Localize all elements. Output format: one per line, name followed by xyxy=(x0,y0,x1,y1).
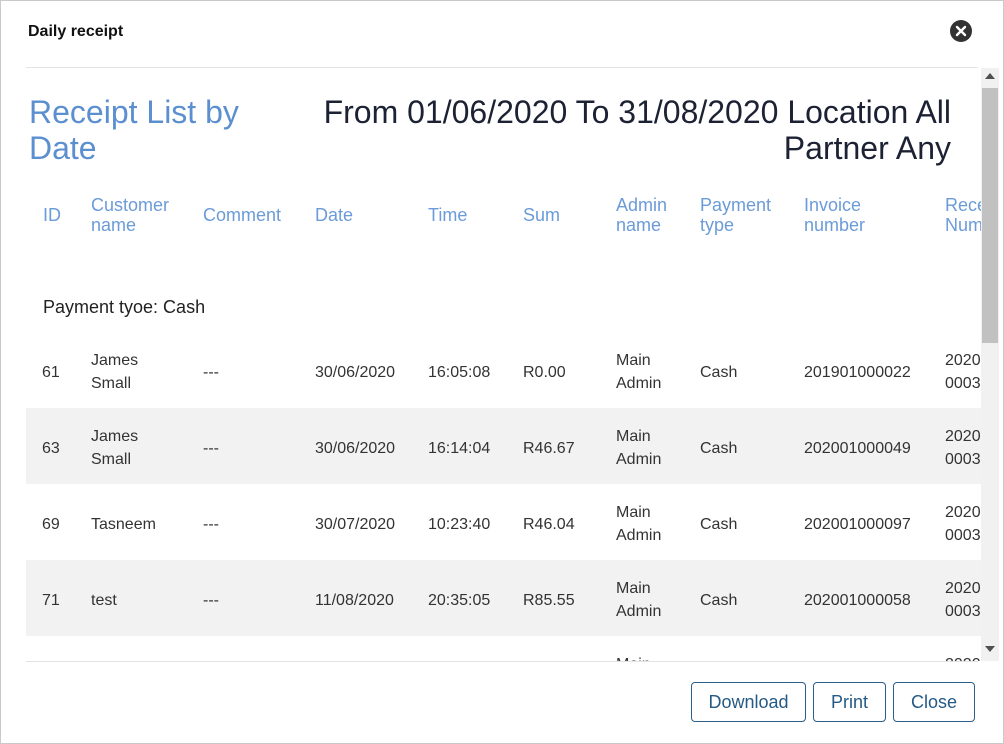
report-range: From 01/06/2020 To 31/08/2020 Location A… xyxy=(323,94,951,166)
cell-invoice: 202001000049 xyxy=(804,440,911,457)
cell-date: 30/06/2020 xyxy=(315,440,396,457)
cell-invoice: 202001000097 xyxy=(804,516,911,533)
cell-time: 10:23:40 xyxy=(428,516,491,533)
table-row[interactable]: Main 2020 xyxy=(26,636,981,661)
cell-sum: R0.00 xyxy=(523,364,566,381)
dialog-title: Daily receipt xyxy=(28,23,124,40)
cell-receipt: 2020 0003 xyxy=(945,428,981,468)
column-header-date: Date xyxy=(315,205,354,225)
column-header-admin: Admin name xyxy=(616,195,668,235)
cell-time: 16:14:04 xyxy=(428,440,491,457)
print-button[interactable]: Print xyxy=(813,682,886,722)
cell-payment: Cash xyxy=(700,440,738,457)
cell-comment: --- xyxy=(203,516,219,533)
column-header-sum: Sum xyxy=(523,205,561,225)
column-header-comment: Comment xyxy=(203,205,282,225)
cell-customer: James Small xyxy=(91,352,139,392)
cell-sum: R85.55 xyxy=(523,592,575,609)
column-header-payment: Payment type xyxy=(700,195,772,235)
daily-receipt-dialog: Daily receipt Receipt List by Date From … xyxy=(0,0,1004,744)
column-header-customer: Customer name xyxy=(91,195,170,235)
cell-admin: Main Admin xyxy=(616,580,662,620)
cell-admin: Main xyxy=(616,653,676,661)
table-row[interactable]: 61 James Small --- 30/06/2020 16:05:08 R… xyxy=(26,332,981,408)
table-header: ID Customer name Comment Date Time Sum A… xyxy=(26,193,981,237)
cell-receipt: 2020 0003 xyxy=(945,504,981,544)
cell-comment: --- xyxy=(203,592,219,609)
cell-id: 71 xyxy=(42,592,60,609)
table-row[interactable]: 63 James Small --- 30/06/2020 16:14:04 R… xyxy=(26,408,981,484)
cell-receipt: 2020 0003 xyxy=(945,352,981,392)
cell-admin: Main Admin xyxy=(616,504,662,544)
cell-customer: James Small xyxy=(91,428,139,468)
cell-receipt: 2020 xyxy=(945,653,981,661)
cell-id: 69 xyxy=(42,516,60,533)
column-header-receipt: Receipt Number xyxy=(945,195,981,235)
dialog-body[interactable]: Receipt List by Date From 01/06/2020 To … xyxy=(26,68,981,661)
dialog-header: Daily receipt xyxy=(1,1,1003,67)
cell-receipt: 2020 0003 xyxy=(945,580,981,620)
table-row[interactable]: 69 Tasneem --- 30/07/2020 10:23:40 R46.0… xyxy=(26,484,981,560)
report-title: Receipt List by Date xyxy=(29,94,239,166)
cell-date: 11/08/2020 xyxy=(315,592,394,609)
cell-admin: Main Admin xyxy=(616,428,662,468)
column-header-time: Time xyxy=(428,205,468,225)
cell-time: 16:05:08 xyxy=(428,364,491,381)
vertical-scrollbar[interactable] xyxy=(981,68,999,661)
cell-date: 30/07/2020 xyxy=(315,516,396,533)
cell-payment: Cash xyxy=(700,516,738,533)
cell-payment: Cash xyxy=(700,364,738,381)
cell-time: 20:35:05 xyxy=(428,592,491,609)
table-row[interactable]: 71 test --- 11/08/2020 20:35:05 R85.55 M… xyxy=(26,560,981,636)
scroll-down-arrow-icon[interactable] xyxy=(985,646,995,652)
cell-comment: --- xyxy=(203,440,219,457)
cell-payment: Cash xyxy=(700,592,738,609)
column-header-invoice: Invoice number xyxy=(804,195,866,235)
group-label: Payment tyoe: Cash xyxy=(43,297,206,317)
cell-invoice: 201901000022 xyxy=(804,364,911,381)
cell-customer: Tasneem xyxy=(91,516,156,533)
cell-sum: R46.67 xyxy=(523,440,575,457)
column-header-id: ID xyxy=(43,205,61,225)
download-button[interactable]: Download xyxy=(691,682,806,722)
close-button[interactable]: Close xyxy=(893,682,975,722)
cell-customer: test xyxy=(91,592,117,609)
scroll-up-arrow-icon[interactable] xyxy=(985,73,995,79)
footer-divider xyxy=(26,661,978,662)
cell-admin: Main Admin xyxy=(616,352,662,392)
close-icon[interactable] xyxy=(950,20,972,42)
scrollbar-thumb[interactable] xyxy=(982,88,998,343)
cell-date: 30/06/2020 xyxy=(315,364,396,381)
cell-id: 63 xyxy=(42,440,60,457)
cell-id: 61 xyxy=(42,364,60,381)
cell-sum: R46.04 xyxy=(523,516,575,533)
cell-comment: --- xyxy=(203,364,219,381)
cell-invoice: 202001000058 xyxy=(804,592,911,609)
